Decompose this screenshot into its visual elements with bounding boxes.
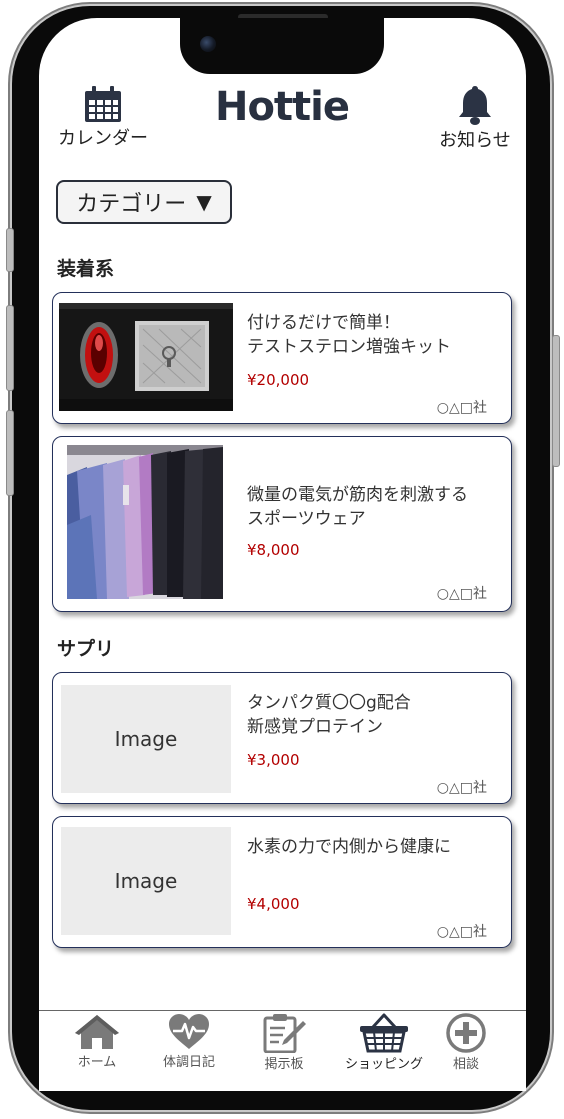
tab-shopping[interactable]: ショッピング [329,1013,439,1072]
product-price: ¥4,000 [247,895,300,913]
tab-consultation[interactable]: 相談 [426,1013,506,1072]
heart-pulse-icon [169,1014,209,1049]
product-maker: ○△□社 [436,780,487,796]
category-dropdown-label: カテゴリー [76,192,187,217]
tab-label: 掲示板 [264,1057,304,1072]
notification-label: お知らせ [439,130,511,151]
section-title: サプリ [57,638,115,660]
product-card[interactable]: 微量の電気が筋肉を刺激する スポーツウェア ¥8,000 ○△□社 [52,436,512,612]
home-icon [75,1015,119,1049]
chevron-down-icon: ▼ [196,190,212,214]
front-camera [200,36,216,52]
tab-home[interactable]: ホーム [57,1013,137,1070]
product-price: ¥20,000 [247,371,310,389]
tab-label: ホーム [77,1055,117,1070]
product-card[interactable]: Image タンパク質〇〇g配合 新感覚プロテイン ¥3,000 ○△□社 [52,672,512,804]
category-dropdown[interactable]: カテゴリー ▼ [56,180,232,224]
product-price: ¥8,000 [247,541,300,559]
product-title: 水素の力で内側から健康に [247,837,451,857]
product-title: タンパク質〇〇g配合 新感覚プロテイン [247,693,411,737]
product-maker: ○△□社 [436,400,487,416]
product-price: ¥3,000 [247,751,300,769]
product-title: 付けるだけで簡単！ テストステロン増強キット [247,313,451,357]
tab-bulletin-board[interactable]: 掲示板 [244,1013,324,1072]
tab-label: 相談 [452,1057,479,1072]
product-card[interactable]: 付けるだけで簡単！ テストステロン増強キット ¥20,000 ○△□社 [52,292,512,424]
tab-bar: ホーム 体調日記 掲示板 ショッピング 相談 [39,1010,526,1091]
product-image [67,445,223,599]
product-card[interactable]: Image 水素の力で内側から健康に ¥4,000 ○△□社 [52,816,512,948]
calendar-label: カレンダー [58,128,148,149]
section-title: 装着系 [57,258,115,280]
notification-button[interactable]: お知らせ [430,84,520,152]
bell-icon [459,86,491,125]
product-image [59,303,233,411]
product-maker: ○△□社 [436,924,487,940]
notepad-pencil-icon [263,1014,306,1053]
product-maker: ○△□社 [436,586,487,602]
product-image-placeholder: Image [61,685,231,793]
plus-circle-icon [446,1013,486,1053]
calendar-button[interactable]: カレンダー [56,86,150,150]
volume-up-button [6,305,14,391]
tab-label: ショッピング [344,1057,423,1072]
volume-down-button [6,410,14,496]
calendar-icon [85,86,121,122]
product-title: 微量の電気が筋肉を刺激する スポーツウェア [247,485,468,529]
tab-label: 体調日記 [162,1055,215,1070]
product-image-placeholder: Image [61,827,231,935]
app-logo: Hottie [214,84,350,130]
tab-health-diary[interactable]: 体調日記 [149,1013,229,1070]
mute-switch [6,228,14,272]
basket-icon [360,1013,408,1053]
power-button [552,335,560,467]
